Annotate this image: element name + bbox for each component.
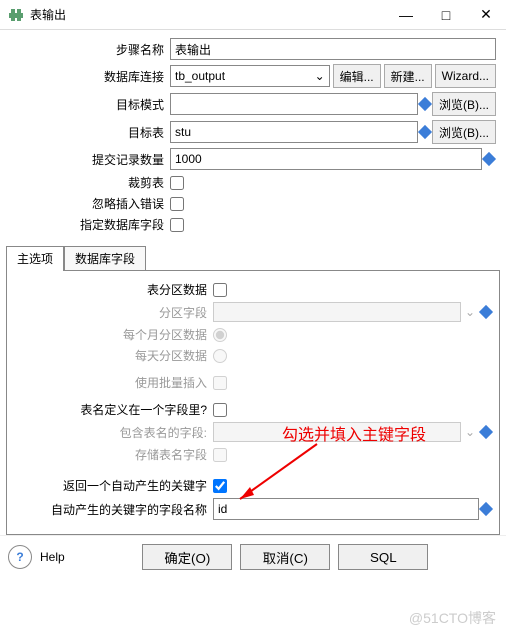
arrow-icon [232,439,322,509]
sql-button[interactable]: SQL [338,544,428,570]
commit-size-label: 提交记录数量 [10,151,170,168]
return-keys-checkbox[interactable] [213,479,227,493]
key-field-name-label: 自动产生的关键字的字段名称 [13,501,213,518]
ignore-errors-checkbox[interactable] [170,197,184,211]
target-table-label: 目标表 [10,124,170,141]
partition-field-label: 分区字段 [13,304,213,321]
browse-table-button[interactable]: 浏览(B)... [432,120,496,144]
day-partition-label: 每天分区数据 [13,347,213,364]
browse-schema-button[interactable]: 浏览(B)... [432,92,496,116]
partition-field-select [213,302,461,322]
batch-insert-label: 使用批量插入 [13,374,213,391]
main-tab-content: 表分区数据 分区字段 ⌄ 每个月分区数据 每天分区数据 使用批量插入 表名定义在… [6,271,500,535]
db-connection-value: tb_output [175,69,225,83]
target-table-input[interactable] [170,121,418,143]
chevron-down-icon: ⌄ [315,69,325,83]
target-schema-input[interactable] [170,93,418,115]
new-button[interactable]: 新建... [384,64,432,88]
specify-fields-checkbox[interactable] [170,218,184,232]
window-title: 表输出 [30,6,386,23]
chevron-down-icon: ⌄ [461,425,479,439]
minimize-button[interactable]: — [386,0,426,30]
store-tablename-checkbox [213,448,227,462]
tablename-in-field-label: 表名定义在一个字段里? [13,401,213,418]
diamond-icon [418,97,432,111]
batch-insert-checkbox [213,376,227,390]
edit-button[interactable]: 编辑... [333,64,381,88]
tablename-in-field-checkbox[interactable] [213,403,227,417]
help-icon[interactable]: ? [8,545,32,569]
specify-fields-label: 指定数据库字段 [10,216,170,233]
diamond-icon [482,152,496,166]
truncate-label: 裁剪表 [10,174,170,191]
app-icon [8,7,24,23]
close-button[interactable]: ✕ [466,0,506,30]
tab-fields[interactable]: 数据库字段 [64,246,146,271]
maximize-button[interactable]: □ [426,0,466,30]
cancel-button[interactable]: 取消(C) [240,544,330,570]
wizard-button[interactable]: Wizard... [435,64,496,88]
help-label: Help [40,550,65,564]
month-partition-label: 每个月分区数据 [13,326,213,343]
title-bar: 表输出 — □ ✕ [0,0,506,30]
ignore-errors-label: 忽略插入错误 [10,195,170,212]
diamond-icon [479,502,493,516]
chevron-down-icon: ⌄ [461,305,479,319]
partition-data-checkbox[interactable] [213,283,227,297]
top-form: 步骤名称 数据库连接 tb_output ⌄ 编辑... 新建... Wizar… [0,30,506,241]
target-schema-label: 目标模式 [10,96,170,113]
ok-button[interactable]: 确定(O) [142,544,232,570]
day-partition-radio [213,349,227,363]
commit-size-input[interactable] [170,148,482,170]
db-connection-label: 数据库连接 [10,68,170,85]
store-tablename-label: 存储表名字段 [13,446,213,463]
partition-data-label: 表分区数据 [13,281,213,298]
tabs: 主选项 数据库字段 [6,245,500,271]
return-keys-label: 返回一个自动产生的关键字 [13,477,213,494]
truncate-checkbox[interactable] [170,176,184,190]
watermark: @51CTO博客 [409,608,496,628]
tablename-field-label: 包含表名的字段: [13,424,213,441]
step-name-input[interactable] [170,38,496,60]
diamond-icon [479,305,493,319]
diamond-icon [479,425,493,439]
tab-main[interactable]: 主选项 [6,246,64,271]
month-partition-radio [213,328,227,342]
diamond-icon [418,125,432,139]
db-connection-select[interactable]: tb_output ⌄ [170,65,330,87]
step-name-label: 步骤名称 [10,41,170,58]
bottom-bar: ? Help 确定(O) 取消(C) SQL [0,535,506,578]
